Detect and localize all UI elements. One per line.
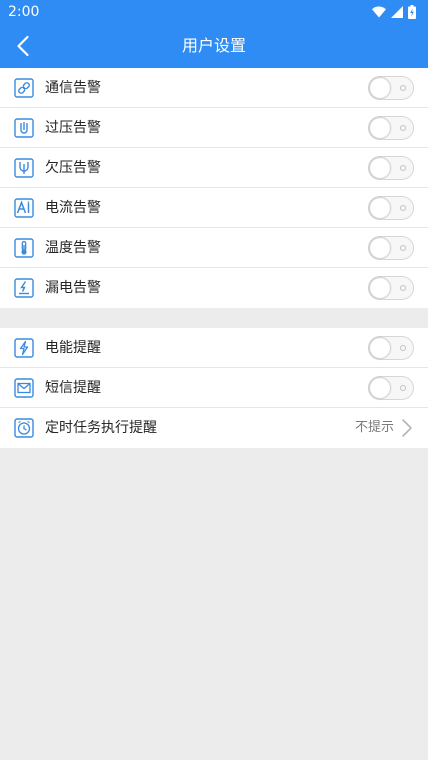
setting-row-undervoltage-alarm: 欠压告警: [0, 148, 428, 188]
app-bar: 用户设置: [0, 24, 428, 68]
chevron-left-icon: [17, 35, 29, 57]
toggle-knob: [370, 78, 390, 98]
page-title: 用户设置: [181, 36, 246, 55]
toggle-knob: [370, 378, 390, 398]
setting-row-overvoltage-alarm: 过压告警: [0, 108, 428, 148]
setting-row-comm-alarm: 通信告警: [0, 68, 428, 108]
signal-icon: [391, 6, 403, 18]
link-icon: [14, 78, 34, 98]
status-time: 2:00: [8, 4, 40, 20]
chevron-right-icon: [402, 419, 412, 437]
setting-label: 通信告警: [45, 80, 101, 96]
reminder-settings-group: 电能提醒 短信提醒 定时任务执行提醒 不提示: [0, 328, 428, 448]
toggle-off-indicator: [400, 245, 406, 251]
undervoltage-alarm-toggle[interactable]: [368, 156, 414, 180]
overvoltage-alarm-toggle[interactable]: [368, 116, 414, 140]
undervoltage-icon: [14, 158, 34, 178]
toggle-off-indicator: [400, 85, 406, 91]
setting-label: 电能提醒: [45, 340, 101, 356]
toggle-knob: [370, 158, 390, 178]
leakage-icon: [14, 278, 34, 298]
toggle-knob: [370, 118, 390, 138]
toggle-off-indicator: [400, 165, 406, 171]
toggle-off-indicator: [400, 205, 406, 211]
setting-row-leakage-alarm: 漏电告警: [0, 268, 428, 308]
overvoltage-icon: [14, 118, 34, 138]
back-button[interactable]: [8, 30, 38, 62]
setting-row-temperature-alarm: 温度告警: [0, 228, 428, 268]
scheduled-task-value: 不提示: [354, 420, 394, 435]
setting-label: 欠压告警: [45, 160, 101, 176]
toggle-off-indicator: [400, 285, 406, 291]
temperature-alarm-toggle[interactable]: [368, 236, 414, 260]
sms-reminder-toggle[interactable]: [368, 376, 414, 400]
wifi-icon: [372, 6, 386, 18]
toggle-off-indicator: [400, 385, 406, 391]
setting-label: 电流告警: [45, 200, 101, 216]
toggle-off-indicator: [400, 345, 406, 351]
setting-row-current-alarm: 电流告警: [0, 188, 428, 228]
toggle-knob: [370, 238, 390, 258]
current-alarm-toggle[interactable]: [368, 196, 414, 220]
comm-alarm-toggle[interactable]: [368, 76, 414, 100]
current-icon: [14, 198, 34, 218]
status-bar: 2:00: [0, 0, 428, 24]
toggle-knob: [370, 198, 390, 218]
setting-row-energy-reminder: 电能提醒: [0, 328, 428, 368]
toggle-knob: [370, 278, 390, 298]
setting-row-sms-reminder: 短信提醒: [0, 368, 428, 408]
setting-label: 温度告警: [45, 240, 101, 256]
alarm-settings-group: 通信告警 过压告警 欠压告警 电流告警 温度告警 漏电告警: [0, 68, 428, 308]
clock-icon: [14, 418, 34, 438]
status-icons: [372, 5, 416, 19]
battery-charging-icon: [408, 5, 416, 19]
setting-label: 短信提醒: [45, 380, 101, 396]
toggle-knob: [370, 338, 390, 358]
energy-reminder-toggle[interactable]: [368, 336, 414, 360]
setting-label: 定时任务执行提醒: [45, 420, 157, 436]
setting-label: 过压告警: [45, 120, 101, 136]
lightning-icon: [14, 338, 34, 358]
toggle-off-indicator: [400, 125, 406, 131]
mail-icon: [14, 378, 34, 398]
setting-row-scheduled-task-reminder[interactable]: 定时任务执行提醒 不提示: [0, 408, 428, 448]
thermometer-icon: [14, 238, 34, 258]
setting-label: 漏电告警: [45, 280, 101, 296]
leakage-alarm-toggle[interactable]: [368, 276, 414, 300]
